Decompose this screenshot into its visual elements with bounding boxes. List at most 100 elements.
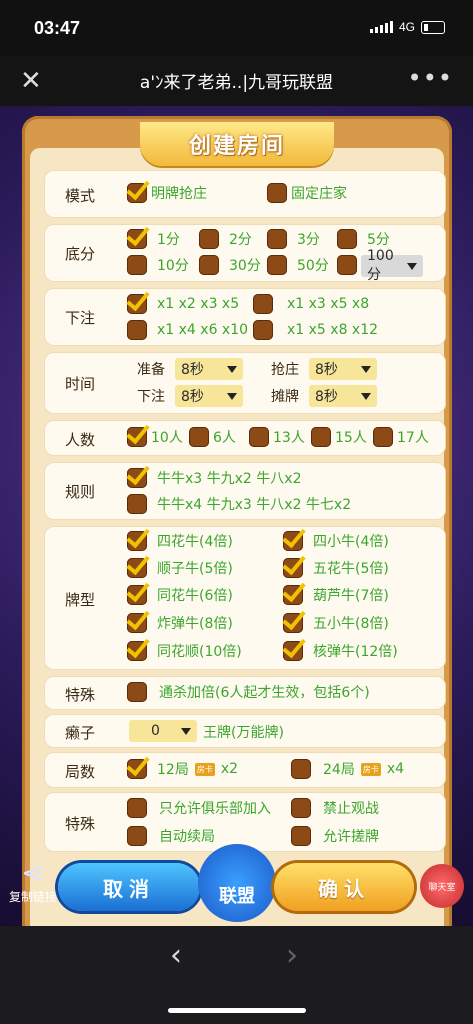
rules-option-1[interactable]: 牛牛x3 牛九x2 牛八x2 [127, 468, 301, 488]
cancel-button[interactable]: 取消 [58, 863, 200, 911]
auto-continue-option[interactable]: 自动续局 [127, 826, 215, 846]
ready-select[interactable]: 8秒 [175, 358, 243, 380]
checkbox[interactable] [267, 255, 287, 275]
checkbox[interactable] [189, 427, 209, 447]
checkbox[interactable] [267, 183, 287, 203]
checkbox-checked[interactable] [127, 468, 147, 488]
card-option[interactable]: 葫芦牛(7倍) [283, 585, 389, 605]
checkbox[interactable] [253, 320, 273, 340]
checkbox[interactable] [267, 229, 287, 249]
more-icon[interactable]: ••• [408, 64, 453, 92]
confirm-button[interactable]: 确认 [274, 863, 414, 911]
checkbox[interactable] [127, 255, 147, 275]
no-watch-option[interactable]: 禁止观战 [291, 798, 379, 818]
forward-icon[interactable]: › [286, 938, 298, 973]
checkbox[interactable] [127, 682, 147, 702]
bet-option-3[interactable]: x1 x4 x6 x10 [127, 320, 248, 340]
chat-room-button[interactable]: 聊天室 [420, 864, 464, 908]
card-option[interactable]: 四小牛(4倍) [283, 531, 389, 551]
bet-time-label: 下注 [137, 389, 165, 405]
show-select[interactable]: 8秒 [309, 385, 377, 407]
bet-option-1[interactable]: x1 x2 x3 x5 [127, 294, 239, 314]
players-option-10[interactable]: 10人 [127, 427, 183, 447]
checkbox[interactable] [291, 759, 311, 779]
base-select[interactable]: 100分 [361, 248, 423, 283]
bet-time-select[interactable]: 8秒 [175, 385, 243, 407]
checkbox[interactable] [127, 320, 147, 340]
card-option[interactable]: 核弹牛(12倍) [283, 641, 398, 661]
checkbox[interactable] [373, 427, 393, 447]
checkbox-checked[interactable] [283, 585, 303, 605]
option-label: 禁止观战 [323, 801, 379, 817]
card-option[interactable]: 同花顺(10倍) [127, 641, 242, 661]
checkbox-checked[interactable] [127, 183, 147, 203]
mode-option-fixed[interactable]: 固定庄家 [267, 183, 347, 203]
checkbox-checked[interactable] [127, 585, 147, 605]
special-option[interactable]: 通杀加倍(6人起才生效，包括6个) [127, 682, 370, 702]
checkbox[interactable] [337, 229, 357, 249]
option-label: 50分 [297, 258, 329, 274]
grab-select[interactable]: 8秒 [309, 358, 377, 380]
base-option-100[interactable] [337, 255, 357, 275]
card-option[interactable]: 炸弹牛(8倍) [127, 613, 233, 633]
players-option-13[interactable]: 13人 [249, 427, 305, 447]
checkbox-checked[interactable] [127, 613, 147, 633]
back-icon[interactable]: ‹ [170, 938, 182, 973]
card-option[interactable]: 五花牛(5倍) [283, 558, 389, 578]
checkbox-checked[interactable] [283, 558, 303, 578]
rules-option-2[interactable]: 牛牛x4 牛九x3 牛八x2 牛七x2 [127, 494, 351, 514]
checkbox-checked[interactable] [127, 294, 147, 314]
players-option-6[interactable]: 6人 [189, 427, 236, 447]
card-option[interactable]: 四花牛(4倍) [127, 531, 233, 551]
close-icon[interactable]: ✕ [20, 66, 42, 96]
option-label: 30分 [229, 258, 261, 274]
rounds-section: 局数 12局 房卡 x2 24局 房卡 x4 [44, 752, 446, 788]
card-option[interactable]: 五小牛(8倍) [283, 613, 389, 633]
base-option-10[interactable]: 10分 [127, 255, 189, 275]
checkbox[interactable] [291, 798, 311, 818]
wild-select[interactable]: 0 [129, 720, 197, 742]
rounds-option-12[interactable]: 12局 房卡 x2 [127, 759, 238, 779]
bet-option-2[interactable]: x1 x3 x5 x8 [253, 294, 369, 314]
card-option[interactable]: 同花牛(6倍) [127, 585, 233, 605]
base-option-30[interactable]: 30分 [199, 255, 261, 275]
checkbox[interactable] [127, 826, 147, 846]
players-option-17[interactable]: 17人 [373, 427, 429, 447]
checkbox-checked[interactable] [283, 641, 303, 661]
option-label: 允许搓牌 [323, 829, 379, 845]
base-option-5[interactable]: 5分 [337, 229, 390, 249]
checkbox-checked[interactable] [127, 531, 147, 551]
rounds-option-24[interactable]: 24局 房卡 x4 [291, 759, 404, 779]
checkbox-checked[interactable] [127, 641, 147, 661]
bet-option-4[interactable]: x1 x5 x8 x12 [253, 320, 378, 340]
share-button[interactable]: ⋖ 复制链接 [4, 858, 62, 905]
option-label: 只允许俱乐部加入 [159, 801, 271, 817]
checkbox[interactable] [291, 826, 311, 846]
checkbox-checked[interactable] [283, 531, 303, 551]
base-option-50[interactable]: 50分 [267, 255, 329, 275]
checkbox[interactable] [337, 255, 357, 275]
checkbox[interactable] [199, 255, 219, 275]
league-button[interactable]: 联盟 [198, 844, 276, 922]
checkbox[interactable] [253, 294, 273, 314]
checkbox[interactable] [311, 427, 331, 447]
players-option-15[interactable]: 15人 [311, 427, 367, 447]
card-option[interactable]: 顺子牛(5倍) [127, 558, 233, 578]
mode-option-open[interactable]: 明牌抢庄 [127, 183, 207, 203]
checkbox-checked[interactable] [127, 558, 147, 578]
checkbox-checked[interactable] [127, 229, 147, 249]
base-option-3[interactable]: 3分 [267, 229, 320, 249]
checkbox[interactable] [249, 427, 269, 447]
allow-rub-option[interactable]: 允许搓牌 [291, 826, 379, 846]
checkbox-checked[interactable] [283, 613, 303, 633]
club-only-option[interactable]: 只允许俱乐部加入 [127, 798, 271, 818]
checkbox-checked[interactable] [127, 427, 147, 447]
checkbox[interactable] [127, 494, 147, 514]
option-label: 固定庄家 [291, 186, 347, 202]
checkbox[interactable] [199, 229, 219, 249]
checkbox[interactable] [127, 798, 147, 818]
base-option-1[interactable]: 1分 [127, 229, 180, 249]
checkbox-checked[interactable] [127, 759, 147, 779]
base-option-2[interactable]: 2分 [199, 229, 252, 249]
option-label: 核弹牛(12倍) [313, 644, 398, 660]
